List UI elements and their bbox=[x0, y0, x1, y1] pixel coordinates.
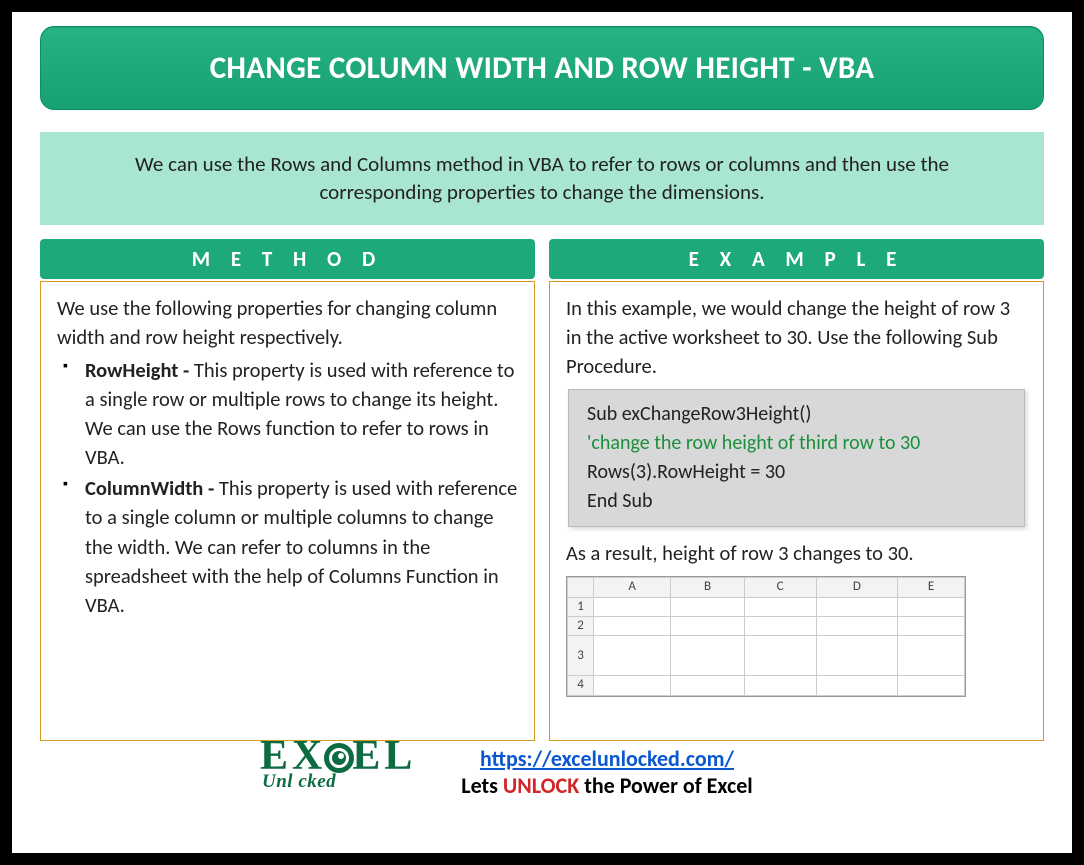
sheet-corner bbox=[568, 578, 594, 597]
row-header: 2 bbox=[568, 617, 594, 636]
page-title: CHANGE COLUMN WIDTH AND ROW HEIGHT - VBA bbox=[40, 26, 1044, 110]
example-result: As a result, height of row 3 changes to … bbox=[566, 539, 1027, 568]
row-header: 4 bbox=[568, 676, 594, 695]
prop-name: RowHeight bbox=[85, 357, 178, 383]
col-header: A bbox=[594, 578, 671, 597]
code-comment: 'change the row height of third row to 3… bbox=[587, 429, 1006, 458]
logo-subtext: Unl cked bbox=[262, 771, 336, 792]
row-header: 3 bbox=[568, 636, 594, 676]
method-column: M E T H O D We use the following propert… bbox=[40, 239, 535, 741]
tagline-emphasis: UNLOCK bbox=[503, 772, 579, 799]
tagline-post: the Power of Excel bbox=[579, 772, 752, 799]
list-item: ColumnWidth - This property is used with… bbox=[63, 474, 518, 620]
mini-spreadsheet: A B C D E 1 2 bbox=[566, 576, 966, 697]
example-lead: In this example, we would change the hei… bbox=[566, 294, 1027, 381]
page: CHANGE COLUMN WIDTH AND ROW HEIGHT - VBA… bbox=[12, 12, 1072, 853]
col-header: B bbox=[671, 578, 744, 597]
row-header: 1 bbox=[568, 597, 594, 616]
example-heading: E X A M P L E bbox=[549, 239, 1044, 279]
footer: EXEL Unl cked https://excelunlocked.com/… bbox=[40, 745, 1044, 799]
code-line: Rows(3).RowHeight = 30 bbox=[587, 458, 1006, 487]
intro-text: We can use the Rows and Columns method i… bbox=[40, 132, 1044, 225]
code-line: End Sub bbox=[587, 487, 1006, 516]
tagline-pre: Lets bbox=[461, 772, 503, 799]
sheet-row: 4 bbox=[568, 676, 965, 695]
logo-ring-icon bbox=[324, 743, 354, 773]
columns-wrapper: M E T H O D We use the following propert… bbox=[40, 239, 1044, 741]
code-snippet: Sub exChangeRow3Height() 'change the row… bbox=[568, 389, 1025, 527]
col-header: D bbox=[816, 578, 898, 597]
sheet-header-row: A B C D E bbox=[568, 578, 965, 597]
method-heading: M E T H O D bbox=[40, 239, 535, 279]
example-column: E X A M P L E In this example, we would … bbox=[549, 239, 1044, 741]
code-line: Sub exChangeRow3Height() bbox=[587, 400, 1006, 429]
list-item: RowHeight - This property is used with r… bbox=[63, 356, 518, 472]
sheet-row: 2 bbox=[568, 617, 965, 636]
sheet-row: 1 bbox=[568, 597, 965, 616]
excel-unlocked-logo: EXEL Unl cked bbox=[260, 739, 450, 801]
method-lead: We use the following properties for chan… bbox=[57, 294, 518, 352]
logo-text: EL bbox=[352, 733, 416, 779]
site-link[interactable]: https://excelunlocked.com/ bbox=[480, 745, 734, 772]
method-body: We use the following properties for chan… bbox=[40, 281, 535, 741]
example-body: In this example, we would change the hei… bbox=[549, 281, 1044, 741]
col-header: C bbox=[744, 578, 816, 597]
method-list: RowHeight - This property is used with r… bbox=[57, 356, 518, 620]
col-header: E bbox=[898, 578, 965, 597]
prop-name: ColumnWidth bbox=[85, 475, 203, 501]
sheet-row-tall: 3 bbox=[568, 636, 965, 676]
